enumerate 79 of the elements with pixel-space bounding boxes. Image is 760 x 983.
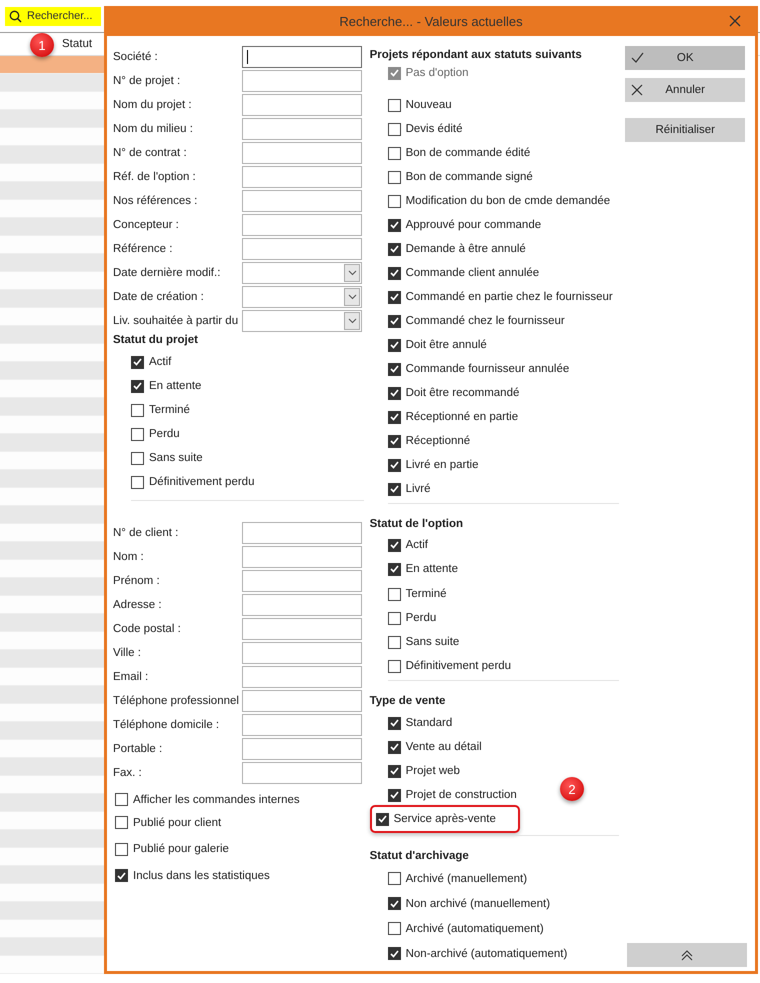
field-label: Date dernière modif.:	[113, 267, 222, 279]
checkbox-label: Commandé chez le fournisseur	[406, 315, 565, 327]
checkbox-label: Livré	[406, 483, 431, 495]
checkbox-label: Réceptionné	[406, 435, 470, 447]
checkbox-label: Définitivement perdu	[406, 660, 512, 672]
checkbox-label: Perdu	[406, 612, 436, 624]
checkbox-label: Sans suite	[406, 636, 460, 648]
checkbox-label: Vente au détail	[406, 741, 482, 753]
checkbox-label: Publié pour galerie	[133, 843, 229, 855]
checkbox-label: Actif	[406, 539, 428, 551]
field-label: Société :	[113, 51, 159, 63]
section-heading: Statut d'archivage	[370, 849, 470, 864]
checkbox-label: En attente	[149, 380, 202, 392]
checkbox-label: Projet web	[406, 765, 460, 777]
checkbox-label: Archivé (automatiquement)	[406, 922, 544, 934]
checkbox-label: Doit être recommandé	[406, 387, 520, 399]
checkbox-label: Bon de commande signé	[406, 171, 533, 183]
checkbox-label: Réceptionné en partie	[406, 411, 518, 423]
ok-button[interactable]: OK	[625, 46, 746, 70]
field-label: Prénom :	[113, 575, 161, 587]
field-label: N° de contrat :	[113, 147, 188, 159]
field-label: Concepteur :	[113, 219, 180, 231]
field-label: Téléphone domicile :	[113, 719, 220, 731]
field-label: Nom du projet :	[113, 99, 193, 111]
checkbox-label: Perdu	[149, 428, 180, 440]
checkbox-label: Terminé	[406, 588, 446, 600]
checkbox-label: Standard	[406, 717, 452, 729]
field-label: Téléphone professionnel	[113, 695, 240, 707]
checkbox-label: Livré en partie	[406, 459, 478, 471]
checkbox-label: Service après-vente	[394, 813, 496, 825]
field-label: N° de projet :	[113, 75, 182, 87]
field-label: Code postal :	[113, 623, 182, 635]
field-label: Date de création :	[113, 291, 205, 303]
checkbox-label: Demande à être annulé	[406, 243, 526, 255]
checkbox-label: Non-archivé (automatiquement)	[406, 948, 568, 960]
field-label: Liv. souhaitée à partir du	[113, 315, 240, 327]
checkbox-label: Pas d'option	[406, 67, 469, 79]
checkbox-label: Non archivé (manuellement)	[406, 898, 550, 910]
section-heading: Projets répondant aux statuts suivants	[370, 48, 583, 63]
field-label: Fax. :	[113, 767, 143, 779]
checkbox-label: Définitivement perdu	[149, 476, 254, 488]
step-badge: 2	[560, 777, 584, 801]
checkbox-label: Approuvé pour commande	[406, 219, 542, 231]
field-label: Nom :	[113, 551, 145, 563]
field-label: N° de client :	[113, 527, 180, 539]
section-heading: Type de vente	[370, 694, 446, 709]
checkbox-label: Actif	[149, 356, 172, 368]
field-label: Réf. de l'option :	[113, 171, 197, 183]
checkbox-label: En attente	[406, 563, 458, 575]
checkbox-label: Modification du bon de cmde demandée	[406, 195, 610, 207]
section-heading: Statut du projet	[113, 333, 199, 348]
field-label: Nom du milieu :	[113, 123, 194, 135]
checkbox-label: Nouveau	[406, 99, 452, 111]
cancel-button[interactable]: Annuler	[625, 78, 746, 102]
field-label: Email :	[113, 671, 150, 683]
reset-button[interactable]: Réinitialiser	[625, 118, 746, 142]
checkbox-label: Commande fournisseur annulée	[406, 363, 570, 375]
section-heading: Statut de l'option	[370, 517, 464, 532]
checkbox-label: Sans suite	[149, 452, 203, 464]
checkbox-label: Archivé (manuellement)	[406, 872, 528, 884]
checkbox-label: Commande client annulée	[406, 267, 540, 279]
checkbox-label: Publié pour client	[133, 816, 222, 828]
checkbox-label: Doit être annulé	[406, 339, 487, 351]
column-header[interactable]: Statut	[62, 38, 92, 50]
checkbox-label: Afficher les commandes internes	[133, 794, 300, 806]
field-label: Référence :	[113, 243, 174, 255]
field-label: Ville :	[113, 647, 142, 659]
checkbox-label: Devis édité	[406, 123, 462, 135]
checkbox-label: Bon de commande édité	[406, 147, 530, 159]
field-label: Adresse :	[113, 599, 163, 611]
checkbox-label: Commandé en partie chez le fournisseur	[406, 291, 613, 303]
search-button[interactable]: Rechercher...	[5, 6, 101, 26]
field-label: Nos références :	[113, 195, 198, 207]
checkbox-label: Inclus dans les statistiques	[133, 870, 270, 882]
step-badge: 1	[30, 33, 54, 57]
checkbox-label: Terminé	[149, 404, 190, 416]
dialog-title: Recherche... - Valeurs actuelles	[339, 14, 523, 28]
checkbox-label: Projet de construction	[406, 789, 517, 801]
field-label: Portable :	[113, 743, 164, 755]
